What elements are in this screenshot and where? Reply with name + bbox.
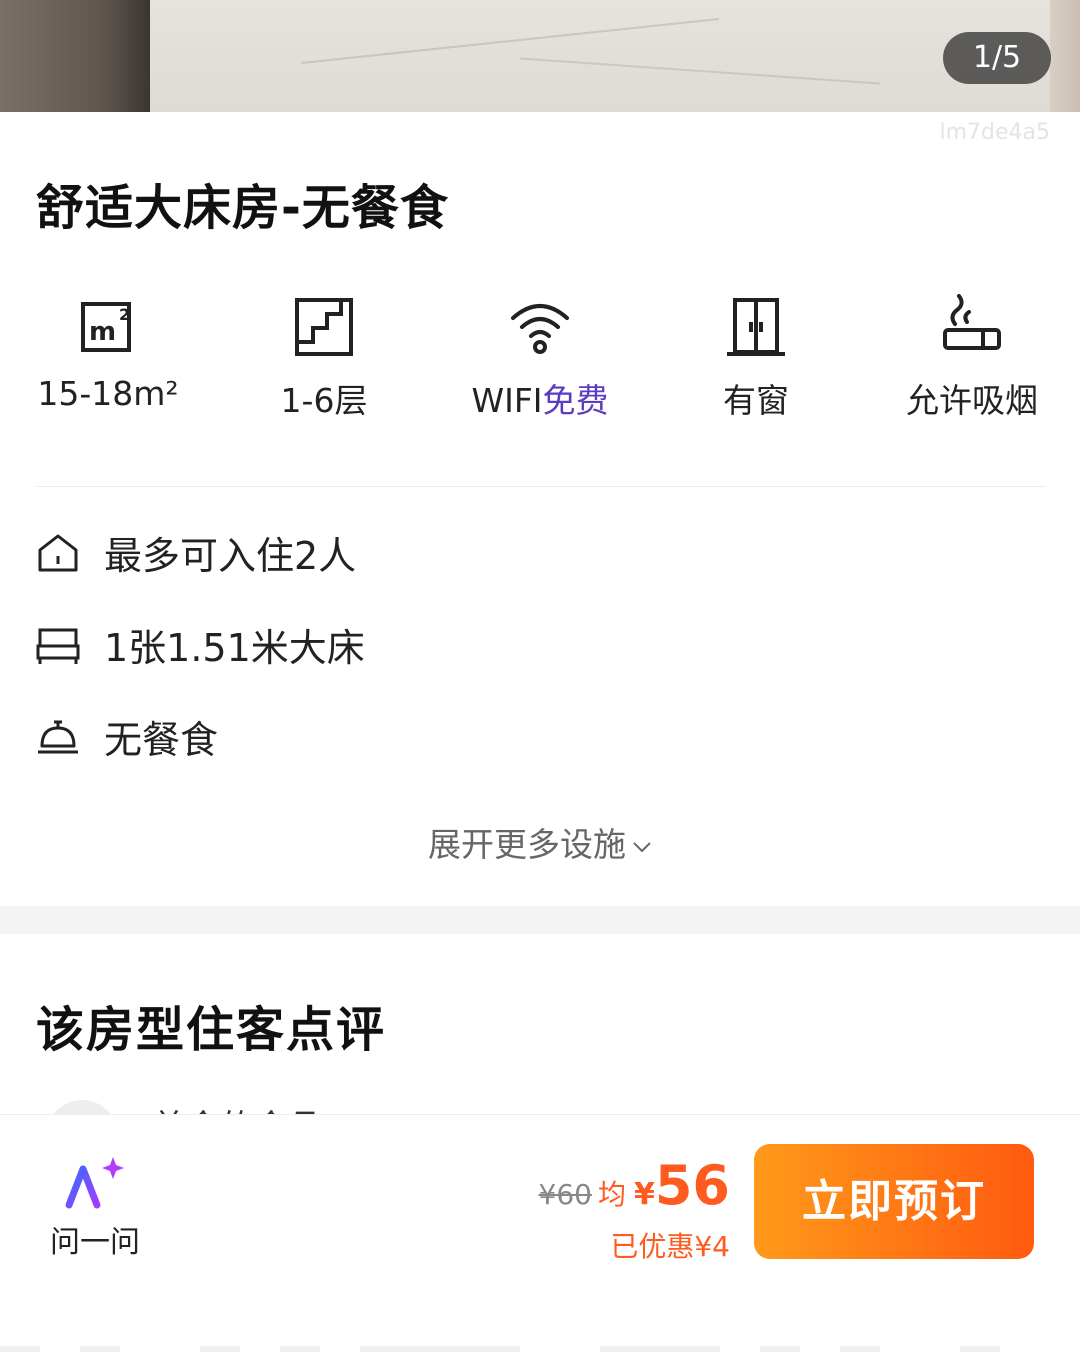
strip-seg	[0, 1346, 40, 1352]
facility-label: 有窗	[723, 381, 789, 420]
info-occupancy: 最多可入住2人	[36, 522, 356, 582]
bottom-strip	[0, 1346, 1080, 1352]
room-title: 舒适大床房-无餐食	[36, 180, 449, 236]
facility-label: WIFI免费	[432, 374, 648, 422]
floor-icon	[295, 298, 353, 356]
photo-crease	[520, 57, 880, 85]
ask-label: 问一问	[50, 1225, 140, 1260]
photo-edge	[1050, 0, 1080, 112]
facility-label: 允许吸烟	[906, 381, 1038, 420]
area-icon: m 2	[81, 302, 131, 352]
discount-text: 已优惠¥4	[610, 1230, 730, 1263]
divider	[36, 486, 1046, 487]
price-row: ¥60 均 ¥56	[539, 1155, 731, 1230]
meal-bell-icon	[38, 720, 78, 754]
avg-label: 均	[597, 1178, 626, 1211]
currency-symbol: ¥	[633, 1177, 655, 1212]
window-icon	[727, 298, 785, 356]
svg-text:2: 2	[119, 305, 130, 324]
facility-label: 1-6层	[280, 381, 368, 420]
smoking-icon	[943, 294, 1001, 350]
expand-label: 展开更多设施	[428, 825, 626, 864]
facility-wifi: WIFI免费	[432, 292, 648, 422]
strip-seg	[760, 1346, 800, 1352]
section-gap	[0, 906, 1080, 934]
info-text: 1张1.51米大床	[104, 625, 365, 670]
bottom-action-bar: 问一问 ¥60 均 ¥56 已优惠¥4 立即预订	[0, 1114, 1080, 1352]
facility-window: 有窗	[648, 292, 864, 422]
info-text: 无餐食	[104, 717, 219, 762]
info-text: 最多可入住2人	[104, 533, 357, 578]
facility-label: 15-18m²	[37, 374, 179, 413]
photo-crease	[301, 18, 719, 64]
wifi-label: WIFI	[471, 381, 543, 420]
expand-facilities-button[interactable]: 展开更多设施	[0, 818, 1080, 866]
current-price: 56	[654, 1154, 730, 1217]
facility-area: m 2 15-18m²	[0, 292, 216, 413]
facility-floor: 1-6层	[216, 292, 432, 422]
photo-headboard	[0, 0, 150, 112]
wifi-free-label: 免费	[542, 381, 609, 420]
facility-row: m 2 15-18m² 1-6层 WIFI免费 有窗 允许吸烟	[0, 292, 1080, 432]
ask-ai-button[interactable]: 问一问	[40, 1155, 150, 1261]
facility-smoking: 允许吸烟	[864, 292, 1080, 422]
strip-seg	[600, 1346, 720, 1352]
strip-seg	[840, 1346, 880, 1352]
strip-seg	[200, 1346, 240, 1352]
price-block: ¥60 均 ¥56 已优惠¥4	[539, 1155, 731, 1264]
book-now-button[interactable]: 立即预订	[754, 1144, 1034, 1259]
home-icon	[38, 534, 78, 572]
reviews-title: 该房型住客点评	[36, 1002, 387, 1058]
ai-icon	[65, 1157, 124, 1209]
svg-text:m: m	[89, 317, 116, 347]
strip-seg	[80, 1346, 120, 1352]
watermark: lm7de4a5	[939, 120, 1050, 145]
strip-seg	[960, 1346, 1000, 1352]
info-bed: 1张1.51米大床	[36, 614, 365, 674]
info-meal: 无餐食	[36, 706, 218, 766]
photo-counter: 1/5	[943, 32, 1051, 84]
strip-seg	[360, 1346, 520, 1352]
bed-icon	[36, 628, 80, 664]
wifi-icon	[511, 304, 569, 354]
strip-seg	[280, 1346, 320, 1352]
chevron-down-icon	[633, 841, 651, 852]
original-price: ¥60	[538, 1178, 592, 1211]
room-photo[interactable]	[0, 0, 1080, 112]
